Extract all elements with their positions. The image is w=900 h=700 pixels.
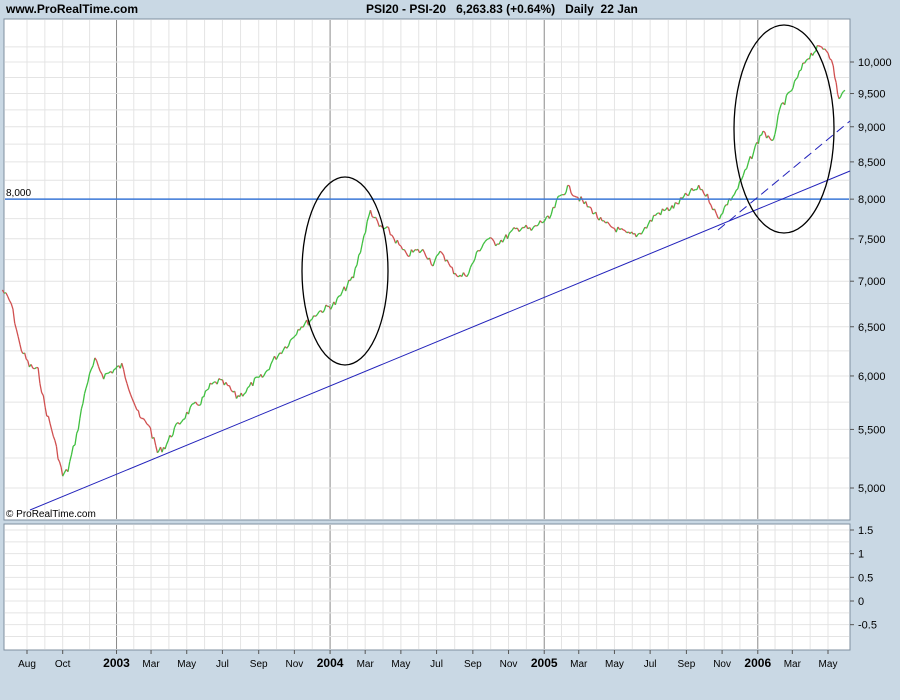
- x-tick-label: Sep: [250, 659, 268, 670]
- price-segment: [72, 444, 76, 447]
- x-tick-label: 2003: [103, 656, 130, 670]
- price-segment: [574, 195, 577, 198]
- y-tick-label: 6,500: [858, 322, 886, 334]
- x-tick-label: Oct: [55, 659, 71, 670]
- stock-chart: Aug Oct 2003 Mar May Jul Sep Nov 2004 Mar May Jul Se…: [1, 18, 892, 670]
- x-tick-label: Sep: [464, 659, 482, 670]
- y-tick-label: 9,000: [858, 122, 886, 134]
- price-segment: [771, 139, 774, 142]
- price-segment: [622, 229, 626, 232]
- y-tick-label: 5,500: [858, 424, 886, 436]
- x-tick-label: Jul: [216, 659, 229, 670]
- y-tick-label: 8,500: [858, 157, 886, 169]
- y-tick-label: 5,000: [858, 483, 886, 495]
- price-segment: [559, 194, 562, 197]
- x-tick-label: Nov: [285, 659, 303, 670]
- price-segment: [588, 206, 592, 209]
- x-tick-label: 2006: [744, 656, 771, 670]
- x-tick-label: Mar: [570, 659, 588, 670]
- x-tick-label: Mar: [142, 659, 160, 670]
- watermark: © ProRealTime.com: [6, 509, 96, 520]
- price-segment: [612, 227, 615, 230]
- price-segment: [291, 337, 294, 340]
- x-tick-label: Nov: [500, 659, 518, 670]
- indicator-tick-label: 1: [858, 549, 864, 561]
- indicator-panel: [3, 523, 851, 651]
- price-segment: [799, 69, 802, 72]
- price-segment: [254, 376, 257, 379]
- price-segment: [610, 226, 614, 229]
- x-tick-label: Mar: [784, 659, 802, 670]
- x-tick-label: 2005: [531, 656, 558, 670]
- price-segment: [386, 226, 389, 229]
- price-segment: [789, 90, 792, 93]
- y-tick-label: 7,500: [858, 234, 886, 246]
- x-tick-label: Sep: [678, 659, 696, 670]
- horizontal-line-label: 8,000: [6, 188, 31, 199]
- price-segment: [674, 201, 678, 205]
- x-tick-label: 2004: [317, 656, 344, 670]
- y-tick-label: 6,000: [858, 371, 886, 383]
- price-segment: [843, 89, 846, 92]
- y-tick-label: 10,000: [858, 57, 892, 69]
- indicator-tick-label: -0.5: [858, 620, 877, 632]
- y-tick-label: 9,500: [858, 89, 886, 101]
- x-tick-label: May: [819, 659, 838, 670]
- price-segment: [182, 418, 186, 421]
- price-segment: [136, 409, 139, 412]
- price-segment: [486, 238, 489, 241]
- price-segment: [205, 389, 208, 392]
- x-tick-label: May: [177, 659, 196, 670]
- price-segment: [113, 368, 116, 371]
- x-tick-label: Jul: [644, 659, 657, 670]
- x-tick-label: Nov: [713, 659, 731, 670]
- indicator-tick-label: 0.5: [858, 572, 873, 584]
- y-tick-label: 7,000: [858, 276, 886, 288]
- price-segment: [106, 372, 110, 375]
- price-segment: [818, 45, 821, 47]
- x-tick-label: Aug: [18, 659, 36, 670]
- x-tick-label: Jul: [430, 659, 443, 670]
- indicator-tick-label: 0: [858, 596, 864, 608]
- y-tick-label: 8,000: [858, 194, 886, 206]
- x-tick-label: May: [391, 659, 410, 670]
- price-panel: [3, 18, 851, 521]
- x-tick-label: May: [605, 659, 624, 670]
- x-tick-label: Mar: [357, 659, 375, 670]
- price-segment: [191, 402, 195, 405]
- price-segment: [819, 45, 822, 48]
- price-segment: [198, 403, 202, 407]
- indicator-tick-label: 1.5: [858, 525, 873, 537]
- price-segment: [371, 216, 375, 219]
